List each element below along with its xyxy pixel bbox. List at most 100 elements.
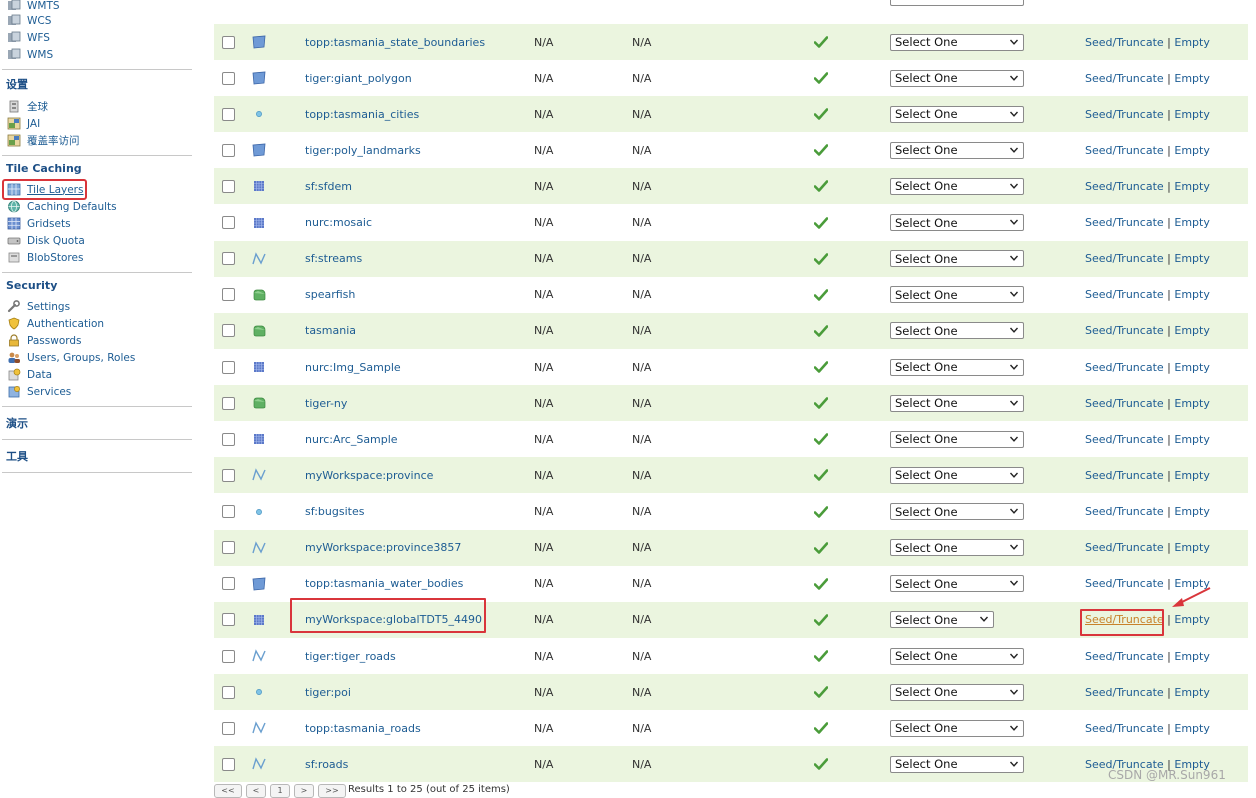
row-select-checkbox[interactable] bbox=[222, 143, 235, 157]
sidebar-item-authentication[interactable]: Authentication bbox=[2, 315, 192, 332]
empty-link[interactable]: Empty bbox=[1174, 686, 1209, 699]
preview-select[interactable]: Select One bbox=[890, 719, 1024, 737]
seed-truncate-link[interactable]: Seed/Truncate bbox=[1085, 433, 1164, 446]
sidebar-item-wcs[interactable]: WCS bbox=[2, 12, 192, 29]
layer-name-link[interactable]: nurc:Arc_Sample bbox=[305, 433, 398, 446]
seed-truncate-link[interactable]: Seed/Truncate bbox=[1085, 144, 1164, 157]
sidebar-item-blobstores[interactable]: BlobStores bbox=[2, 249, 192, 266]
preview-select[interactable]: Select One bbox=[890, 105, 1024, 123]
layer-name-link[interactable]: sf:bugsites bbox=[305, 505, 364, 518]
empty-link[interactable]: Empty bbox=[1174, 397, 1209, 410]
seed-truncate-link[interactable]: Seed/Truncate bbox=[1085, 541, 1164, 554]
preview-select[interactable]: Select One bbox=[890, 141, 1024, 159]
row-select-checkbox[interactable] bbox=[222, 541, 235, 555]
preview-select[interactable]: Select One bbox=[890, 611, 994, 629]
sidebar-item-users-groups-roles[interactable]: Users, Groups, Roles bbox=[2, 349, 192, 366]
sidebar-item-coverage-access[interactable]: 覆盖率访问 bbox=[2, 132, 192, 149]
empty-link[interactable]: Empty bbox=[1174, 541, 1209, 554]
preview-select[interactable]: Select One bbox=[890, 575, 1024, 593]
sidebar-item-caching-defaults[interactable]: Caching Defaults bbox=[2, 198, 192, 215]
row-select-checkbox[interactable] bbox=[222, 324, 235, 338]
pager-page-button[interactable]: 1 bbox=[270, 784, 290, 798]
layer-name-link[interactable]: tiger:poi bbox=[305, 686, 351, 699]
pager-first-button[interactable]: << bbox=[214, 784, 242, 798]
row-select-checkbox[interactable] bbox=[222, 685, 235, 699]
layer-name-link[interactable]: tiger-ny bbox=[305, 397, 347, 410]
pager-prev-button[interactable]: < bbox=[246, 784, 266, 798]
row-select-checkbox[interactable] bbox=[222, 396, 235, 410]
row-select-checkbox[interactable] bbox=[222, 216, 235, 230]
row-select-checkbox[interactable] bbox=[222, 468, 235, 482]
preview-select[interactable]: Select One bbox=[890, 539, 1024, 557]
empty-link[interactable]: Empty bbox=[1174, 72, 1209, 85]
empty-link[interactable]: Empty bbox=[1174, 469, 1209, 482]
sidebar-item-global[interactable]: 全球 bbox=[2, 98, 192, 115]
seed-truncate-link[interactable]: Seed/Truncate bbox=[1085, 108, 1164, 121]
preview-select[interactable]: Select One bbox=[890, 214, 1024, 232]
sidebar-item-passwords[interactable]: Passwords bbox=[2, 332, 192, 349]
seed-truncate-link[interactable]: Seed/Truncate bbox=[1085, 650, 1164, 663]
preview-select[interactable]: Select One bbox=[890, 683, 1024, 701]
sidebar-item-tile-layers[interactable]: Tile Layers bbox=[2, 179, 87, 200]
row-select-checkbox[interactable] bbox=[222, 252, 235, 266]
empty-link[interactable]: Empty bbox=[1174, 108, 1209, 121]
seed-truncate-link[interactable]: Seed/Truncate bbox=[1085, 686, 1164, 699]
empty-link[interactable]: Empty bbox=[1174, 180, 1209, 193]
layer-name-link[interactable]: myWorkspace:province bbox=[305, 469, 433, 482]
preview-select[interactable]: Select One bbox=[890, 647, 1024, 665]
preview-select[interactable]: Select One bbox=[890, 755, 1024, 773]
row-select-checkbox[interactable] bbox=[222, 288, 235, 302]
layer-name-link[interactable]: nurc:Img_Sample bbox=[305, 361, 401, 374]
layer-name-link[interactable]: nurc:mosaic bbox=[305, 216, 372, 229]
preview-select[interactable]: Select One bbox=[890, 322, 1024, 340]
sidebar-item-gridsets[interactable]: Gridsets bbox=[2, 215, 192, 232]
seed-truncate-link[interactable]: Seed/Truncate bbox=[1085, 722, 1164, 735]
sidebar-section-title[interactable]: 演示 bbox=[2, 407, 192, 433]
sidebar-item-security-settings[interactable]: Settings bbox=[2, 298, 192, 315]
empty-link[interactable]: Empty bbox=[1174, 36, 1209, 49]
empty-link[interactable]: Empty bbox=[1174, 722, 1209, 735]
layer-name-link[interactable]: topp:tasmania_roads bbox=[305, 722, 421, 735]
preview-select[interactable]: Select One bbox=[890, 286, 1024, 304]
row-select-checkbox[interactable] bbox=[222, 360, 235, 374]
seed-truncate-link[interactable]: Seed/Truncate bbox=[1085, 361, 1164, 374]
empty-link[interactable]: Empty bbox=[1174, 252, 1209, 265]
pager-last-button[interactable]: >> bbox=[318, 784, 346, 798]
empty-link[interactable]: Empty bbox=[1174, 650, 1209, 663]
preview-select[interactable]: Select One bbox=[890, 177, 1024, 195]
sidebar-item-data[interactable]: Data bbox=[2, 366, 192, 383]
layer-name-link[interactable]: sf:streams bbox=[305, 252, 362, 265]
layer-name-link[interactable]: sf:sfdem bbox=[305, 180, 352, 193]
row-select-checkbox[interactable] bbox=[222, 505, 235, 519]
row-select-checkbox[interactable] bbox=[222, 71, 235, 85]
empty-link[interactable]: Empty bbox=[1174, 433, 1209, 446]
seed-truncate-link[interactable]: Seed/Truncate bbox=[1085, 216, 1164, 229]
row-select-checkbox[interactable] bbox=[222, 35, 235, 49]
sidebar-section-title[interactable]: 工具 bbox=[2, 440, 192, 466]
seed-truncate-link[interactable]: Seed/Truncate bbox=[1085, 397, 1164, 410]
sidebar-item-jai[interactable]: JAI bbox=[2, 115, 192, 132]
seed-truncate-link[interactable]: Seed/Truncate bbox=[1085, 36, 1164, 49]
layer-name-link[interactable]: myWorkspace:province3857 bbox=[305, 541, 461, 554]
layer-name-link[interactable]: topp:tasmania_water_bodies bbox=[305, 577, 463, 590]
layer-name-link[interactable]: sf:roads bbox=[305, 758, 348, 771]
row-select-checkbox[interactable] bbox=[222, 721, 235, 735]
row-select-checkbox[interactable] bbox=[222, 757, 235, 771]
seed-truncate-link[interactable]: Seed/Truncate bbox=[1085, 577, 1164, 590]
seed-truncate-link[interactable]: Seed/Truncate bbox=[1085, 324, 1164, 337]
seed-truncate-link[interactable]: Seed/Truncate bbox=[1085, 505, 1164, 518]
layer-name-link[interactable]: tiger:poly_landmarks bbox=[305, 144, 421, 157]
preview-select[interactable]: Select One bbox=[890, 250, 1024, 268]
preview-select[interactable]: Select One bbox=[890, 33, 1024, 51]
row-select-checkbox[interactable] bbox=[222, 577, 235, 591]
row-select-checkbox[interactable] bbox=[222, 649, 235, 663]
select-partial[interactable] bbox=[890, 0, 1024, 6]
empty-link[interactable]: Empty bbox=[1174, 361, 1209, 374]
seed-truncate-link[interactable]: Seed/Truncate bbox=[1085, 72, 1164, 85]
seed-truncate-link[interactable]: Seed/Truncate bbox=[1085, 469, 1164, 482]
preview-select[interactable]: Select One bbox=[890, 394, 1024, 412]
row-select-checkbox[interactable] bbox=[222, 107, 235, 121]
pager-next-button[interactable]: > bbox=[294, 784, 314, 798]
sidebar-item-disk-quota[interactable]: Disk Quota bbox=[2, 232, 192, 249]
seed-truncate-link[interactable]: Seed/Truncate bbox=[1085, 252, 1164, 265]
